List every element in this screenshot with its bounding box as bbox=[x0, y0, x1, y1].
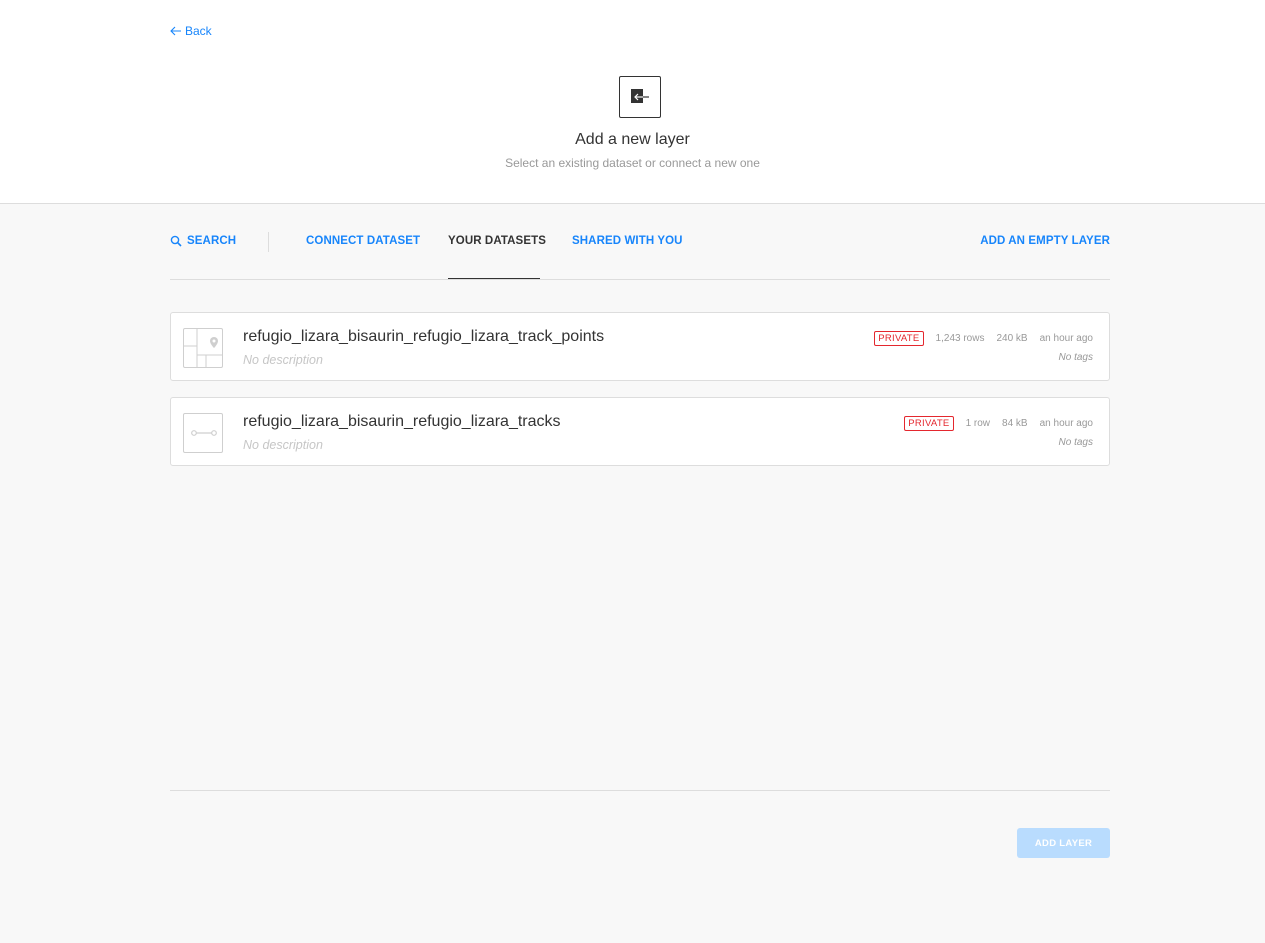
row-count: 1 row bbox=[965, 418, 991, 429]
privacy-badge: PRIVATE bbox=[874, 331, 924, 346]
tab-your-datasets[interactable]: YOUR DATASETS bbox=[448, 235, 546, 247]
modal-header: Back Add a new layer Select an existing … bbox=[0, 0, 1265, 204]
line-geometry-icon bbox=[183, 413, 223, 453]
list-item[interactable]: refugio_lizara_bisaurin_refugio_lizara_t… bbox=[170, 312, 1110, 381]
page-title: Add a new layer bbox=[575, 131, 690, 148]
dataset-size: 240 kB bbox=[996, 333, 1028, 344]
dataset-name: refugio_lizara_bisaurin_refugio_lizara_t… bbox=[243, 413, 561, 430]
back-link[interactable]: Back bbox=[170, 24, 212, 38]
add-empty-layer-link[interactable]: ADD AN EMPTY LAYER bbox=[980, 235, 1110, 247]
add-layer-icon bbox=[619, 76, 661, 118]
tab-divider bbox=[268, 232, 269, 252]
row-count: 1,243 rows bbox=[935, 333, 985, 344]
footer-divider bbox=[170, 790, 1110, 791]
tab-search-label: SEARCH bbox=[187, 235, 237, 247]
dataset-list: refugio_lizara_bisaurin_refugio_lizara_t… bbox=[170, 312, 1110, 482]
dataset-tags: No tags bbox=[1058, 352, 1093, 363]
active-tab-indicator bbox=[448, 278, 540, 279]
dataset-meta: PRIVATE 1,243 rows 240 kB an hour ago bbox=[874, 331, 1093, 346]
tab-connect-dataset[interactable]: CONNECT DATASET bbox=[306, 235, 420, 247]
dataset-description: No description bbox=[243, 438, 323, 452]
tab-search[interactable]: SEARCH bbox=[170, 235, 236, 247]
arrow-left-icon bbox=[170, 26, 181, 36]
tab-shared-with-you[interactable]: SHARED WITH YOU bbox=[572, 235, 683, 247]
updated-time: an hour ago bbox=[1039, 418, 1093, 429]
dataset-tags: No tags bbox=[1058, 437, 1093, 448]
dataset-name: refugio_lizara_bisaurin_refugio_lizara_t… bbox=[243, 328, 605, 345]
back-label: Back bbox=[185, 24, 212, 38]
point-map-icon bbox=[183, 328, 223, 368]
dataset-size: 84 kB bbox=[1002, 418, 1028, 429]
search-icon bbox=[170, 235, 182, 247]
dataset-tabs: SEARCH CONNECT DATASET YOUR DATASETS SHA… bbox=[170, 205, 1110, 280]
updated-time: an hour ago bbox=[1039, 333, 1093, 344]
add-layer-button[interactable]: ADD LAYER bbox=[1017, 828, 1110, 858]
list-item[interactable]: refugio_lizara_bisaurin_refugio_lizara_t… bbox=[170, 397, 1110, 466]
dataset-description: No description bbox=[243, 353, 323, 367]
dataset-meta: PRIVATE 1 row 84 kB an hour ago bbox=[904, 416, 1093, 431]
page-subtitle: Select an existing dataset or connect a … bbox=[505, 156, 760, 170]
privacy-badge: PRIVATE bbox=[904, 416, 954, 431]
